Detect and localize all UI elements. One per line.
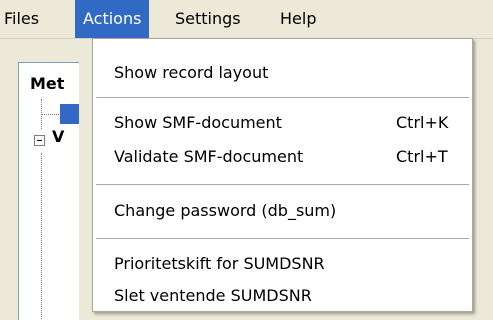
menu-files[interactable]: Files: [4, 0, 39, 38]
menu-item-show-smf-document[interactable]: Show SMF-document Ctrl+K: [93, 108, 472, 138]
menu-item-validate-smf-document[interactable]: Validate SMF-document Ctrl+T: [93, 142, 472, 172]
menu-item-show-record-layout[interactable]: Show record layout: [93, 58, 472, 88]
selected-tree-item[interactable]: [60, 104, 79, 124]
menu-item-label: Prioritetskift for SUMDSNR: [114, 254, 325, 273]
menu-separator: [96, 184, 469, 185]
app-window: Files Actions Settings Help Met V Show r…: [0, 0, 493, 320]
tree-line: [41, 114, 59, 116]
menu-item-change-password[interactable]: Change password (db_sum): [93, 196, 472, 226]
menu-item-label: Validate SMF-document: [114, 147, 304, 166]
menu-settings[interactable]: Settings: [175, 0, 241, 38]
menu-item-label: Change password (db_sum): [114, 201, 337, 220]
tree-line: [41, 153, 43, 320]
tree-node-label[interactable]: V: [52, 127, 64, 146]
menu-item-label: Show record layout: [114, 63, 269, 82]
menu-help[interactable]: Help: [280, 0, 316, 38]
tree-panel: Met V: [18, 62, 79, 320]
menu-bar: Files Actions Settings Help: [0, 0, 493, 39]
collapse-icon[interactable]: [34, 135, 45, 146]
menu-separator: [96, 97, 469, 98]
menu-item-shortcut: Ctrl+T: [396, 147, 448, 166]
menu-item-prioritetskift[interactable]: Prioritetskift for SUMDSNR: [93, 249, 472, 279]
menu-item-label: Show SMF-document: [114, 113, 282, 132]
actions-dropdown-menu: Show record layout Show SMF-document Ctr…: [92, 38, 473, 312]
menu-item-slet-ventende[interactable]: Slet ventende SUMDSNR: [93, 281, 472, 311]
panel-title: Met: [30, 74, 65, 93]
menu-item-label: Slet ventende SUMDSNR: [114, 286, 312, 305]
menu-separator: [96, 238, 469, 239]
menu-item-shortcut: Ctrl+K: [396, 113, 449, 132]
menu-actions[interactable]: Actions: [75, 0, 150, 38]
